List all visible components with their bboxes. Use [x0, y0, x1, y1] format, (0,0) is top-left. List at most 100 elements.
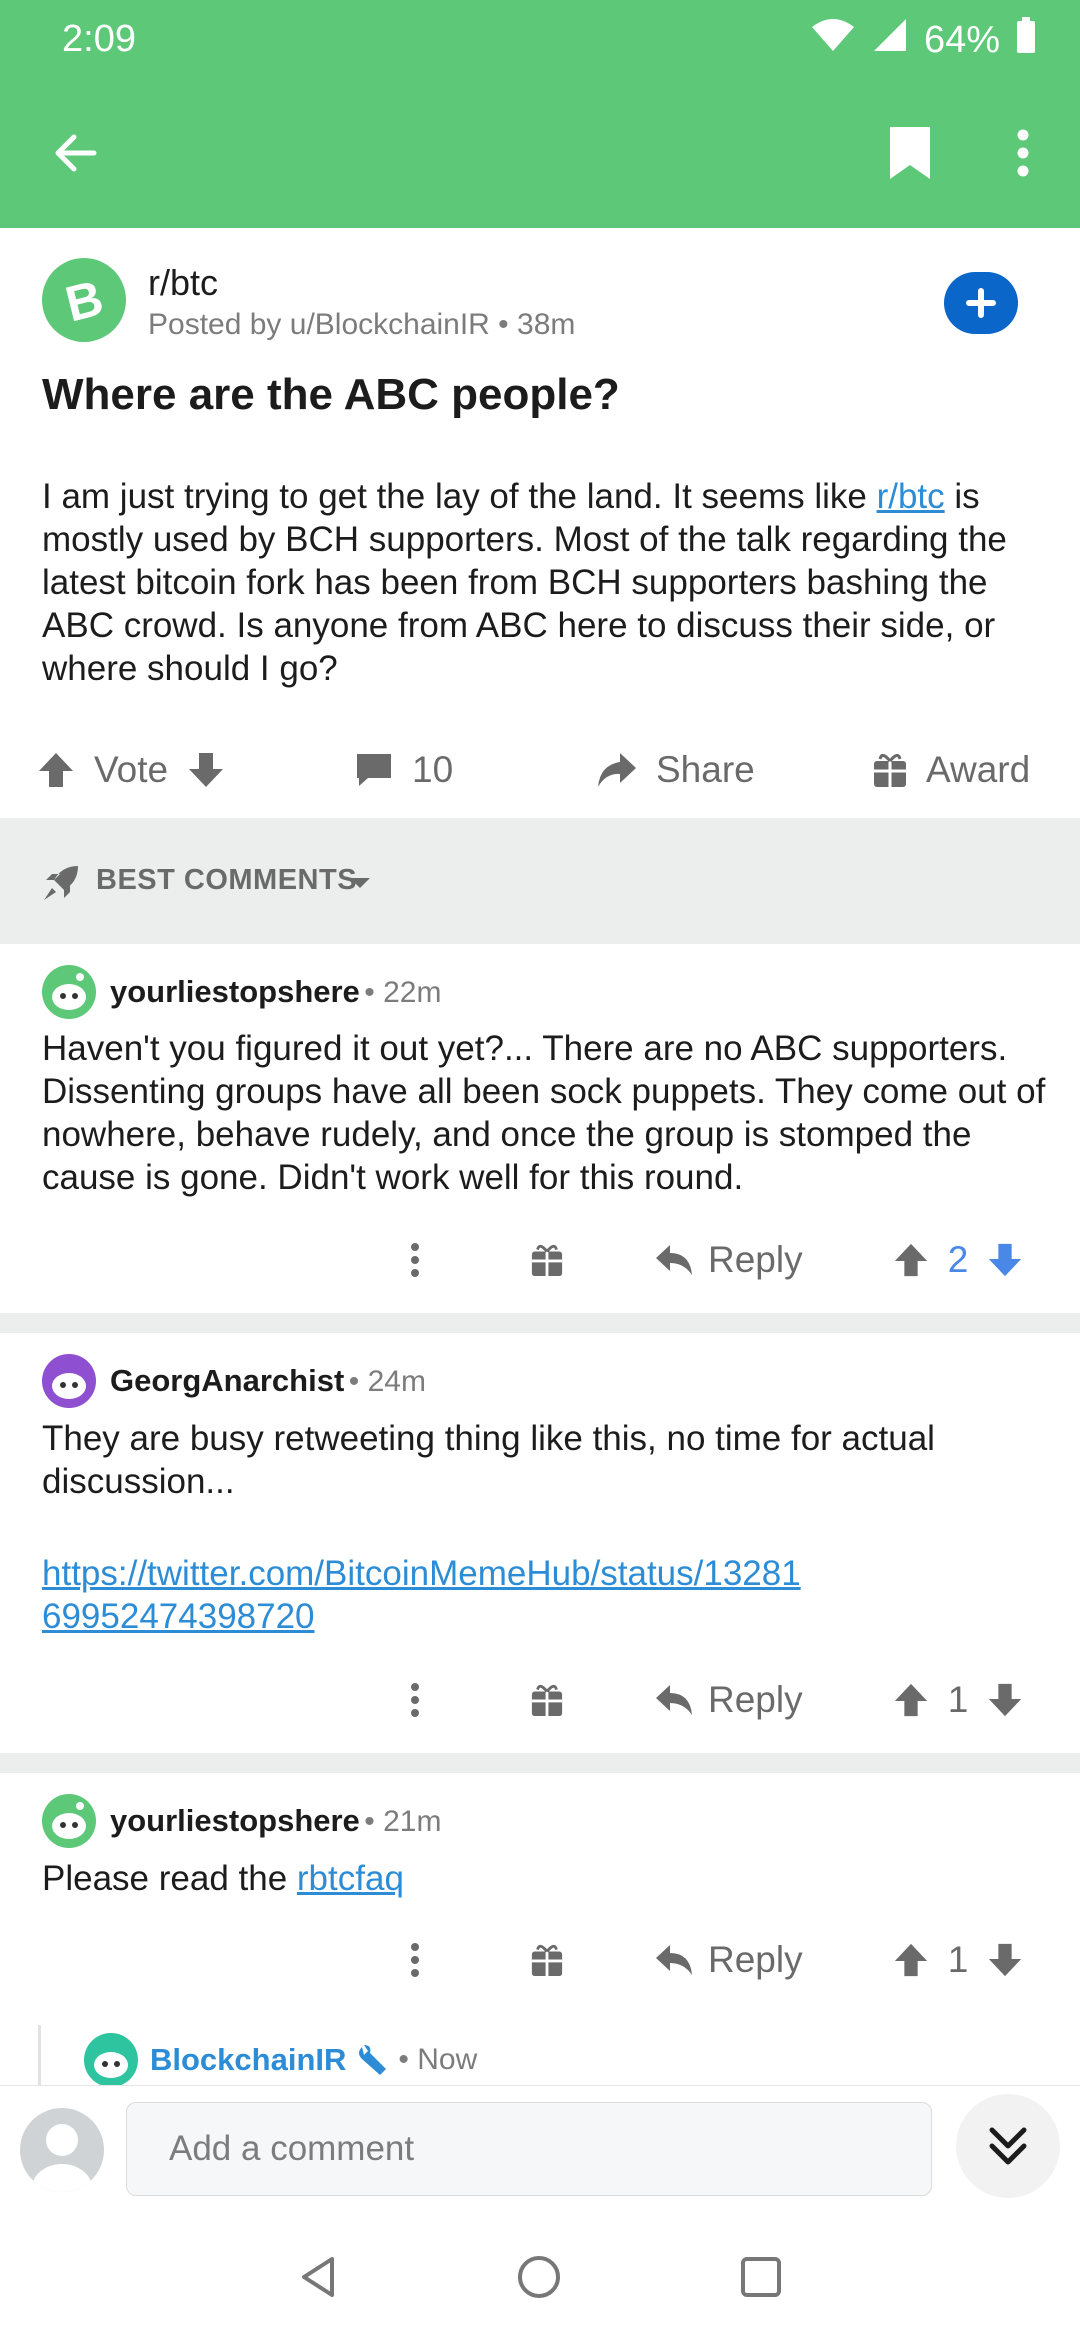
post-meta: Posted by u/BlockchainIR • 38m [148, 308, 576, 341]
comment-count: 10 [412, 749, 454, 790]
bookmark-icon [890, 127, 930, 179]
reply-button[interactable]: Reply [654, 1220, 803, 1300]
bookmark-button[interactable] [880, 118, 940, 188]
comment-more-button[interactable] [410, 1920, 420, 2000]
status-icons: 64% [810, 16, 1036, 64]
nav-home-icon [518, 2256, 560, 2298]
snoo-avatar-icon [52, 1802, 86, 1839]
comment-time: • 22m [364, 976, 442, 1009]
thread-line [38, 2025, 41, 2085]
share-icon [598, 753, 636, 787]
comment-award-button[interactable] [530, 1660, 564, 1740]
nav-recents-icon [741, 2257, 781, 2297]
comment-time: • Now [398, 2043, 478, 2076]
downvote-icon[interactable] [986, 1941, 1024, 1979]
divider [0, 1753, 1080, 1773]
comment-score: 1 [947, 1939, 969, 1980]
comment-avatar[interactable] [42, 965, 96, 1019]
signal-icon [872, 17, 908, 63]
more-vert-icon [411, 1243, 419, 1277]
reply-button[interactable]: Reply [654, 1920, 803, 2000]
comment-more-button[interactable] [410, 1220, 420, 1300]
comment-vote-group: 1 [892, 1660, 1024, 1740]
comment-header: GeorgAnarchist • 24m [110, 1363, 426, 1399]
comment-avatar[interactable] [84, 2033, 138, 2087]
upvote-icon[interactable] [36, 750, 76, 790]
join-button[interactable] [944, 272, 1018, 334]
back-button[interactable] [40, 118, 110, 188]
comment-author[interactable]: yourliestopshere [110, 1803, 360, 1838]
award-button[interactable]: Award [872, 730, 1030, 810]
snoo-avatar-icon [94, 2052, 128, 2078]
comment-body: Please read the rbtcfaq [42, 1857, 1072, 1900]
add-comment-input[interactable]: Add a comment [126, 2102, 932, 2196]
comment-link[interactable]: https://twitter.com/BitcoinMemeHub/statu… [42, 1552, 802, 1638]
award-label: Award [926, 749, 1031, 790]
share-button[interactable]: Share [596, 730, 755, 810]
downvote-icon[interactable] [986, 1681, 1024, 1719]
plus-icon [966, 288, 996, 318]
divider [0, 1313, 1080, 1333]
comment-score: 1 [947, 1679, 969, 1720]
more-options-button[interactable] [998, 118, 1048, 188]
faq-link[interactable]: rbtcfaq [297, 1859, 404, 1898]
downvote-icon[interactable] [186, 750, 226, 790]
snoo-avatar-icon [52, 973, 86, 1010]
status-time: 2:09 [62, 18, 136, 60]
double-chevron-down-icon [989, 2127, 1027, 2165]
upvote-icon[interactable] [892, 1241, 930, 1279]
more-vert-icon [411, 1683, 419, 1717]
comment-actions: Reply 1 [0, 1920, 1080, 2000]
jump-to-next-comment-button[interactable] [956, 2094, 1060, 2198]
comment-avatar[interactable] [42, 1354, 96, 1408]
rocket-icon [42, 864, 80, 907]
gift-icon [874, 754, 906, 787]
gift-icon [531, 1944, 563, 1977]
battery-icon [1016, 17, 1036, 63]
vote-group: Vote [36, 730, 226, 810]
chevron-down-icon [348, 876, 372, 895]
nav-recents-button[interactable] [740, 2256, 782, 2303]
user-avatar[interactable] [20, 2108, 104, 2192]
comment-actions: Reply 1 [0, 1660, 1080, 1740]
reply-icon [656, 1945, 692, 1975]
post-action-bar: Vote 10 Share Award [0, 730, 1080, 810]
sort-label[interactable]: BEST COMMENTS [96, 864, 357, 897]
comment-award-button[interactable] [530, 1220, 564, 1300]
reply-icon [656, 1685, 692, 1715]
comment-actions: Reply 2 [0, 1220, 1080, 1300]
comments-button[interactable]: 10 [354, 730, 453, 810]
comment-avatar[interactable] [42, 1794, 96, 1848]
upvote-icon[interactable] [892, 1941, 930, 1979]
comment-award-button[interactable] [530, 1920, 564, 2000]
downvote-icon[interactable] [986, 1241, 1024, 1279]
nav-home-button[interactable] [516, 2254, 562, 2305]
post-title: Where are the ABC people? [42, 370, 620, 419]
person-icon [32, 2124, 92, 2192]
reply-label: Reply [708, 1939, 803, 1980]
twitter-link[interactable]: https://twitter.com/BitcoinMemeHub/statu… [42, 1554, 801, 1636]
subreddit-link[interactable]: r/btc [877, 477, 945, 516]
comment-header: yourliestopshere • 21m [110, 1803, 441, 1839]
reply-button[interactable]: Reply [654, 1660, 803, 1740]
comment-body: They are busy retweeting thing like this… [42, 1419, 935, 1501]
comment-score: 2 [947, 1239, 969, 1280]
upvote-icon[interactable] [892, 1681, 930, 1719]
arrow-left-icon [55, 134, 97, 172]
battery-percent: 64% [923, 18, 1000, 61]
comment-body: Haven't you figured it out yet?... There… [42, 1029, 1046, 1197]
reply-label: Reply [708, 1239, 803, 1280]
gift-icon [531, 1684, 563, 1717]
nav-back-button[interactable] [296, 2254, 342, 2305]
comment-more-button[interactable] [410, 1660, 420, 1740]
comment-author[interactable]: GeorgAnarchist [110, 1363, 344, 1398]
gift-icon [531, 1244, 563, 1277]
subreddit-name[interactable]: r/btc [148, 262, 218, 304]
subreddit-avatar[interactable]: B [42, 258, 126, 342]
comment-author[interactable]: yourliestopshere [110, 974, 360, 1009]
vote-label: Vote [94, 749, 169, 790]
comment-vote-group: 2 [892, 1220, 1024, 1300]
snoo-avatar-icon [52, 1373, 86, 1399]
comment-author-op[interactable]: BlockchainIR [150, 2042, 346, 2078]
comment-header: BlockchainIR • Now [150, 2042, 477, 2078]
